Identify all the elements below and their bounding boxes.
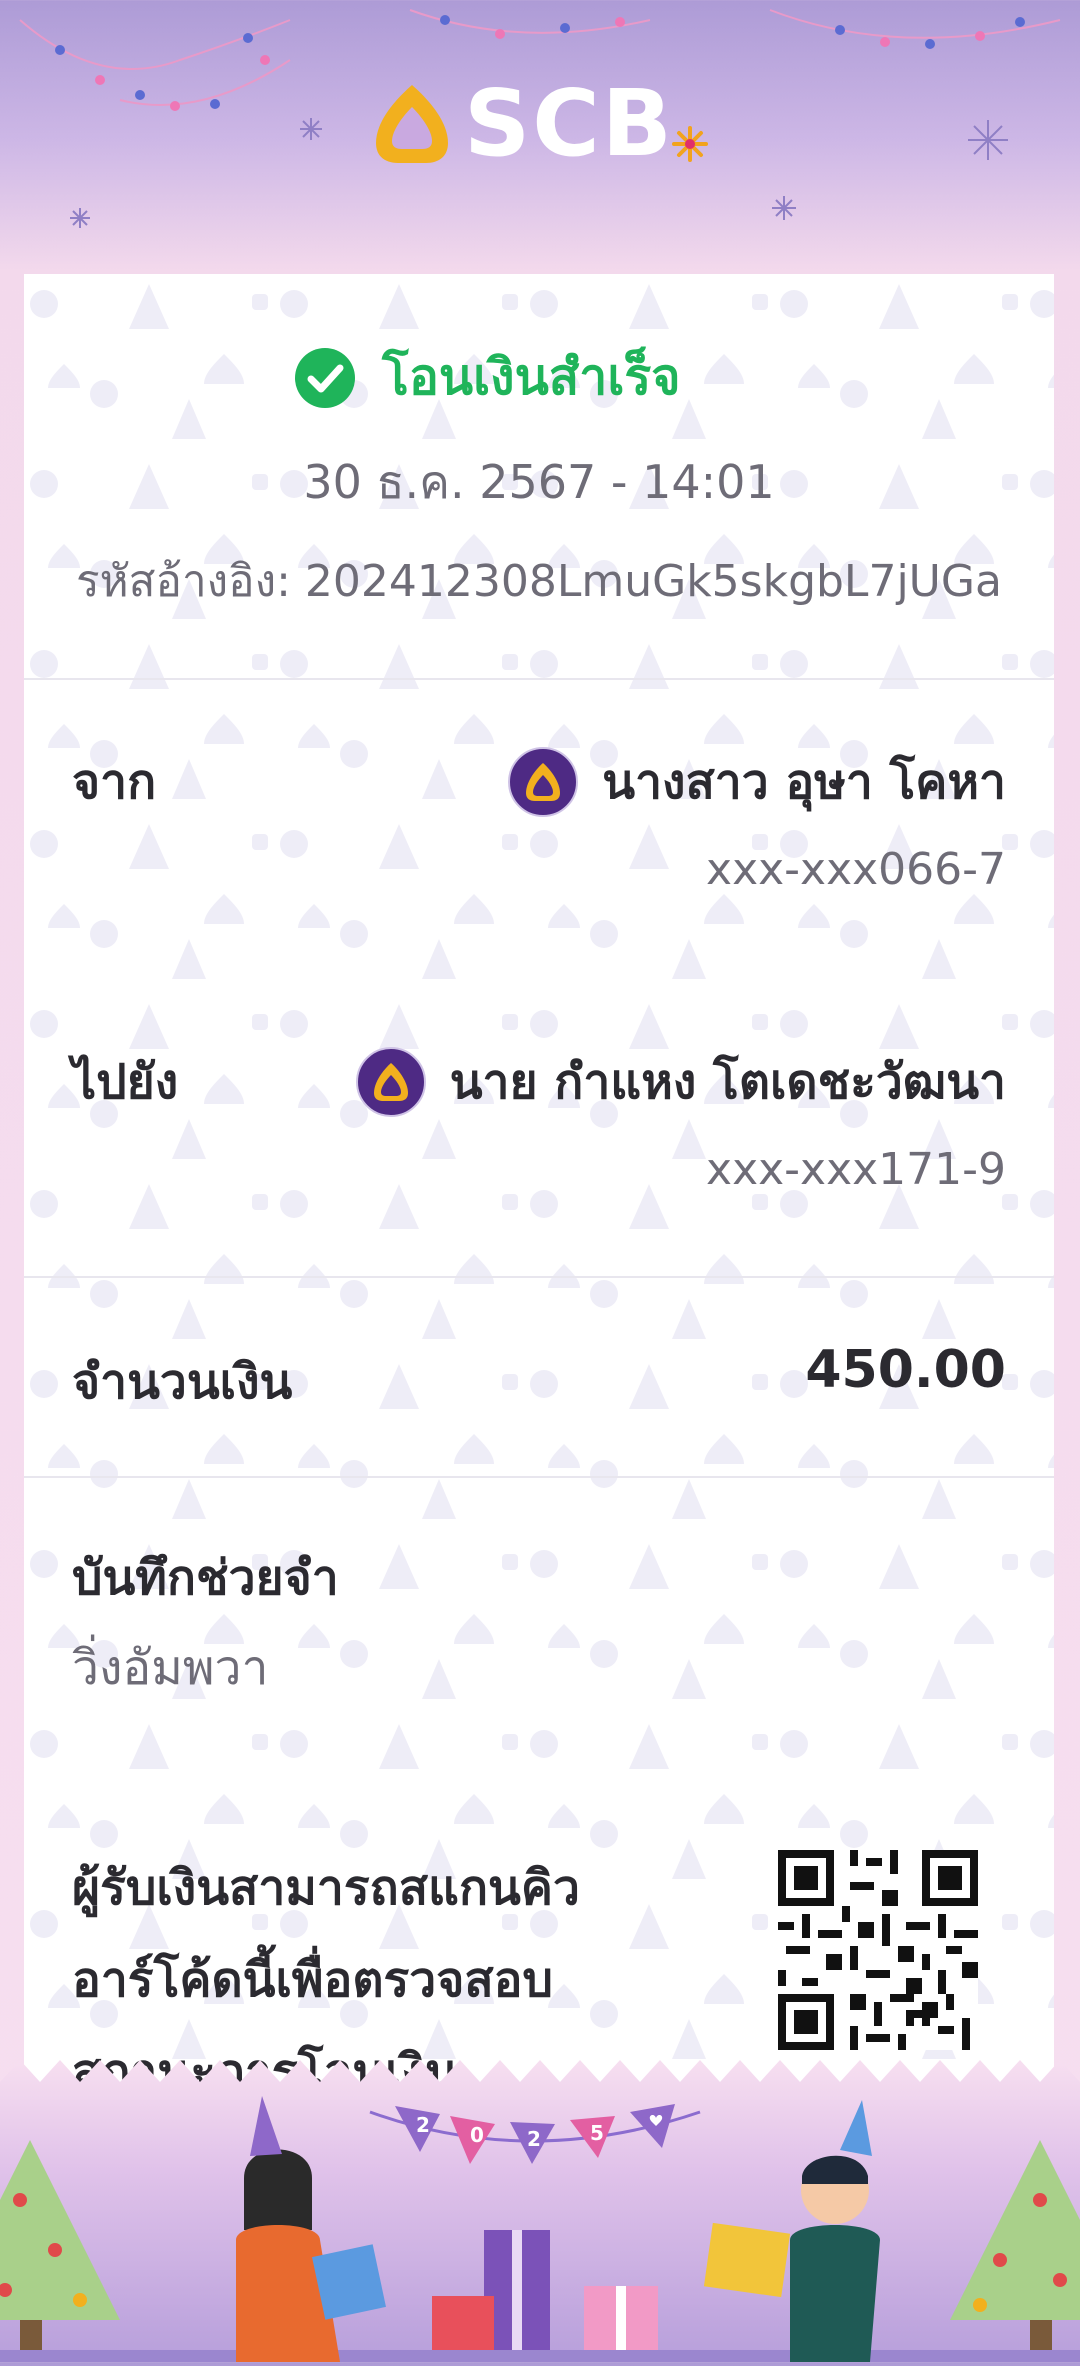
qr-instruction: ผู้รับเงินสามารถสแกนคิว อาร์โค้ดนี้เพื่อ… (72, 1842, 712, 2094)
banner-digit: 2 (416, 2113, 430, 2137)
brand-name: SCB (464, 70, 674, 177)
memo-label: บันทึกช่วยจำ (72, 1550, 339, 1606)
transfer-status: โอนเงินสำเร็จ (294, 338, 681, 417)
from-name: นางสาว อุษา โคหา (602, 754, 1006, 810)
from-label: จาก (72, 754, 157, 810)
qr-instruction-line: ผู้รับเงินสามารถสแกนคิว (72, 1860, 580, 1916)
divider (24, 1276, 1054, 1278)
from-party: นางสาว อุษา โคหา (508, 744, 1006, 820)
header: SCB (0, 0, 1080, 275)
status-text: โอนเงินสำเร็จ (382, 348, 681, 406)
scb-bank-icon (355, 1047, 426, 1117)
reference-label: รหัสอ้างอิง: (76, 556, 291, 607)
from-account: xxx-xxx066-7 (706, 844, 1006, 895)
check-circle-icon (295, 347, 355, 408)
scb-shell-logo-icon (376, 85, 448, 163)
banner-digit: 5 (590, 2121, 604, 2145)
qr-instruction-line: อาร์โค้ดนี้เพื่อตรวจสอบ (72, 1952, 553, 2008)
verification-qr-code[interactable] (778, 1850, 978, 2050)
scb-logo: SCB (370, 78, 710, 170)
divider (24, 1476, 1054, 1478)
to-account: xxx-xxx171-9 (706, 1144, 1006, 1195)
sparkle-icon (300, 118, 322, 140)
sparkle-icon (671, 126, 708, 162)
to-label: ไปยัง (72, 1054, 179, 1110)
banner-digit: 2 (527, 2127, 541, 2151)
reference-number: 202412308LmuGk5skgbL7jUGa (304, 556, 1002, 607)
sparkle-icon (968, 120, 1008, 160)
festive-footer: 2 0 2 5 (0, 2060, 1080, 2362)
amount-label: จำนวนเงิน (72, 1354, 293, 1410)
to-party: นาย กำแหง โตเดชะวัฒนา (355, 1044, 1006, 1120)
banner-digit: 0 (470, 2123, 484, 2147)
sparkle-icon (70, 208, 90, 228)
transfer-receipt-card: โอนเงินสำเร็จ 30 ธ.ค. 2567 - 14:01 รหัสอ… (24, 274, 1054, 2094)
sparkle-icon (772, 196, 796, 220)
transaction-datetime: 30 ธ.ค. 2567 - 14:01 (303, 455, 775, 509)
memo-value: วิ่งอัมพวา (72, 1640, 269, 1696)
to-name: นาย กำแหง โตเดชะวัฒนา (449, 1054, 1006, 1110)
reference-line: รหัสอ้างอิง: 202412308LmuGk5skgbL7jUGa (24, 546, 1054, 616)
party-illustration: 2 0 2 5 (0, 2060, 1080, 2362)
amount-value: 450.00 (805, 1340, 1006, 1400)
divider (24, 678, 1054, 680)
scb-bank-icon (508, 747, 579, 817)
